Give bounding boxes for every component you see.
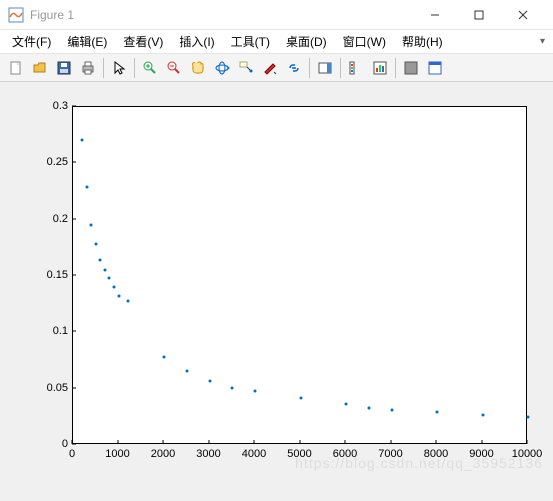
x-tick-mark: [481, 440, 482, 444]
menu-edit[interactable]: 编辑(E): [59, 31, 115, 52]
data-point: [163, 356, 166, 359]
data-point: [481, 413, 484, 416]
toolbar-separator: [340, 58, 341, 78]
plot-tools-icon[interactable]: [369, 57, 391, 79]
y-tick-label: 0.2: [0, 213, 68, 225]
menu-help[interactable]: 帮助(H): [394, 31, 451, 52]
data-point: [390, 409, 393, 412]
y-tick-label: 0.05: [0, 382, 68, 394]
menu-desktop[interactable]: 桌面(D): [278, 31, 335, 52]
menu-tools[interactable]: 工具(T): [223, 31, 278, 52]
zoom-in-icon[interactable]: [139, 57, 161, 79]
app-icon: [8, 7, 24, 23]
data-point: [299, 396, 302, 399]
x-tick-mark: [117, 440, 118, 444]
y-tick-mark: [72, 106, 76, 107]
y-tick-mark: [72, 444, 76, 445]
brush-icon[interactable]: [259, 57, 281, 79]
x-tick-label: 3000: [189, 448, 229, 460]
y-tick-mark: [72, 218, 76, 219]
x-tick-mark: [299, 440, 300, 444]
data-point: [103, 269, 106, 272]
toolbar: [0, 54, 553, 82]
toolbar-separator: [134, 58, 135, 78]
x-tick-mark: [390, 440, 391, 444]
y-tick-mark: [72, 387, 76, 388]
y-tick-mark: [72, 275, 76, 276]
maximize-button[interactable]: [457, 0, 501, 30]
minimize-button[interactable]: [413, 0, 457, 30]
x-tick-mark: [208, 440, 209, 444]
toolbar-separator: [395, 58, 396, 78]
rotate-3d-icon[interactable]: [211, 57, 233, 79]
y-tick-label: 0.25: [0, 156, 68, 168]
data-point: [185, 369, 188, 372]
open-file-icon[interactable]: [29, 57, 51, 79]
data-point: [117, 295, 120, 298]
data-point: [254, 389, 257, 392]
data-point: [85, 185, 88, 188]
data-point: [81, 138, 84, 141]
toolbar-separator: [309, 58, 310, 78]
menu-overflow-icon[interactable]: ▾: [540, 36, 545, 47]
y-tick-mark: [72, 162, 76, 163]
window-title: Figure 1: [30, 8, 413, 22]
data-point: [367, 406, 370, 409]
data-point: [94, 243, 97, 246]
data-point: [99, 259, 102, 262]
data-point: [90, 224, 93, 227]
menu-bar: 文件(F) 编辑(E) 查看(V) 插入(I) 工具(T) 桌面(D) 窗口(W…: [0, 30, 553, 54]
pan-icon[interactable]: [187, 57, 209, 79]
x-tick-label: 2000: [143, 448, 183, 460]
data-point: [345, 403, 348, 406]
x-tick-label: 0: [52, 448, 92, 460]
print-icon[interactable]: [77, 57, 99, 79]
data-point: [108, 277, 111, 280]
watermark: https://blog.csdn.net/qq_35952136: [295, 455, 543, 471]
window-controls: [413, 0, 545, 30]
data-point: [436, 411, 439, 414]
x-tick-mark: [527, 440, 528, 444]
data-point: [126, 299, 129, 302]
y-tick-label: 0.3: [0, 100, 68, 112]
dock-icon[interactable]: [424, 57, 446, 79]
toolbar-separator: [103, 58, 104, 78]
y-tick-label: 0.1: [0, 325, 68, 337]
x-tick-mark: [345, 440, 346, 444]
hide-tools-icon[interactable]: [400, 57, 422, 79]
new-file-icon[interactable]: [5, 57, 27, 79]
data-cursor-icon[interactable]: [235, 57, 257, 79]
menu-insert[interactable]: 插入(I): [171, 31, 222, 52]
link-icon[interactable]: [283, 57, 305, 79]
x-tick-mark: [254, 440, 255, 444]
data-point: [112, 286, 115, 289]
pointer-icon[interactable]: [108, 57, 130, 79]
x-tick-mark: [163, 440, 164, 444]
save-icon[interactable]: [53, 57, 75, 79]
x-tick-label: 4000: [234, 448, 274, 460]
menu-file[interactable]: 文件(F): [4, 31, 59, 52]
data-point: [231, 386, 234, 389]
x-tick-mark: [436, 440, 437, 444]
data-point: [527, 415, 530, 418]
x-tick-label: 1000: [98, 448, 138, 460]
insert-colorbar-icon[interactable]: [314, 57, 336, 79]
x-tick-mark: [72, 440, 73, 444]
close-button[interactable]: [501, 0, 545, 30]
title-bar: Figure 1: [0, 0, 553, 30]
y-tick-mark: [72, 331, 76, 332]
menu-view[interactable]: 查看(V): [115, 31, 171, 52]
data-point: [208, 379, 211, 382]
zoom-out-icon[interactable]: [163, 57, 185, 79]
y-tick-label: 0.15: [0, 269, 68, 281]
chart-area: 00.050.10.150.20.250.3 01000200030004000…: [0, 82, 553, 501]
axes[interactable]: [72, 106, 527, 444]
insert-legend-icon[interactable]: [345, 57, 367, 79]
menu-window[interactable]: 窗口(W): [335, 31, 394, 52]
